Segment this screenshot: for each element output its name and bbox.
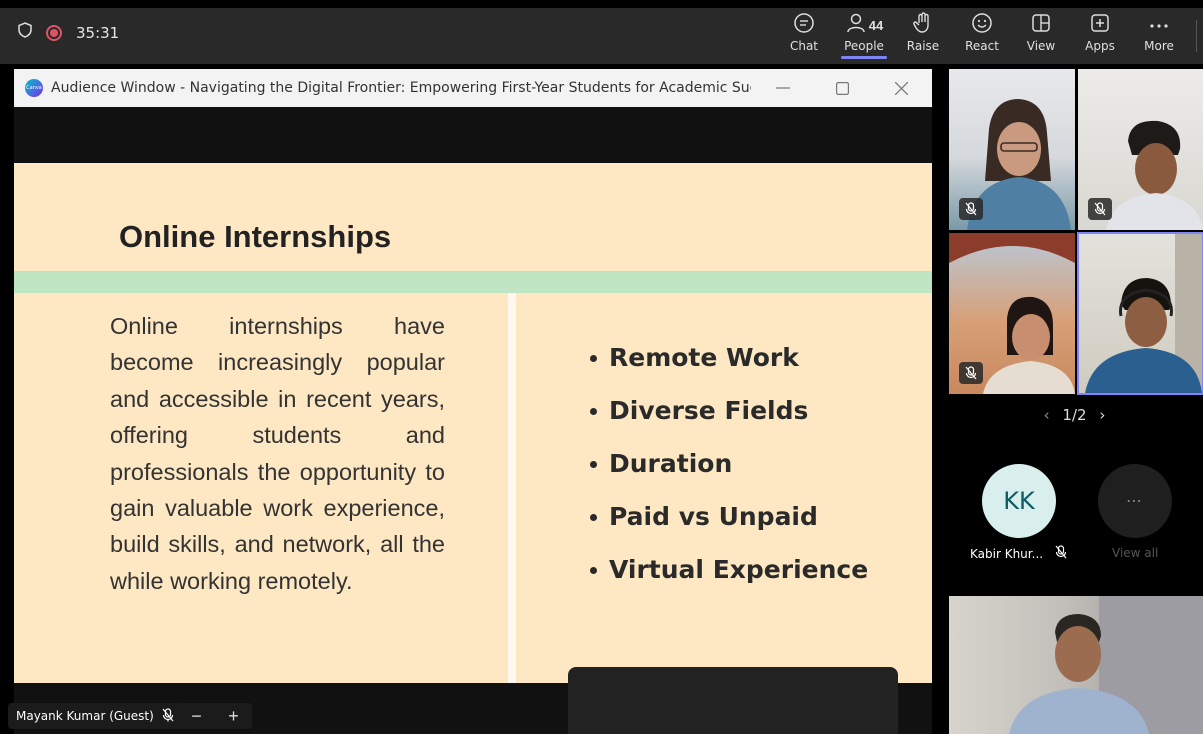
view-button[interactable]: View (1013, 11, 1069, 61)
bullet-icon (590, 461, 597, 468)
react-button[interactable]: React (954, 11, 1010, 61)
hand-icon (913, 11, 933, 39)
bullet-item: Remote Work (587, 343, 868, 396)
mic-muted-icon (1055, 545, 1067, 562)
bullet-item: Paid vs Unpaid (587, 502, 868, 555)
layout-icon (1031, 13, 1051, 38)
participant-video-tile[interactable] (949, 69, 1075, 230)
active-speaker-video-tile[interactable] (1077, 232, 1203, 395)
chat-button[interactable]: Chat (776, 11, 832, 61)
bullet-item: Virtual Experience (587, 555, 868, 608)
participant-name-label: Kabir Khur... (970, 545, 1067, 562)
mic-muted-icon (959, 198, 983, 220)
add-app-icon (1090, 13, 1110, 38)
gallery-pager: ‹ 1/2 › (946, 406, 1203, 424)
presenter-name-tag: Mayank Kumar (Guest) (8, 703, 182, 729)
participant-video (1085, 234, 1202, 393)
slide-title: Online Internships (119, 219, 392, 254)
smiley-icon (971, 12, 993, 39)
presenter-name: Mayank Kumar (Guest) (16, 709, 154, 723)
audience-window-titlebar[interactable]: Canva Audience Window - Navigating the D… (14, 69, 932, 107)
bullet-icon (590, 355, 597, 362)
chevron-left-icon[interactable]: ‹ (1044, 406, 1050, 424)
presenter-overlay-panel (568, 667, 898, 734)
participant-video-tile[interactable] (949, 596, 1203, 734)
bullet-text: Remote Work (609, 343, 799, 372)
participant-video (1009, 596, 1203, 734)
raise-label: Raise (906, 39, 940, 53)
more-button[interactable]: More (1131, 11, 1187, 61)
bullet-text: Paid vs Unpaid (609, 502, 818, 531)
presentation-slide: Online Internships Online internships ha… (14, 163, 932, 683)
view-label: View (1026, 39, 1056, 53)
participant-video-tile[interactable] (949, 233, 1075, 394)
mic-muted-icon (959, 362, 983, 384)
gallery-page-indicator: 1/2 (1062, 406, 1087, 424)
mic-muted-icon (1088, 198, 1112, 220)
bullet-text: Diverse Fields (609, 396, 809, 425)
bullet-icon (590, 408, 597, 415)
chat-icon (793, 12, 815, 39)
bullet-text: Duration (609, 449, 733, 478)
avatar[interactable]: KK (982, 464, 1056, 538)
participant-gallery: ‹ 1/2 › KK ⋯ Kabir Khur... View all (946, 64, 1203, 734)
react-label: React (965, 39, 999, 53)
shield-icon (18, 22, 32, 43)
view-all-button[interactable]: ⋯ (1098, 464, 1172, 538)
slide-letterbox-top (14, 107, 932, 163)
minimize-button[interactable] (773, 78, 793, 98)
people-label: People (836, 39, 892, 59)
raise-hand-button[interactable]: Raise (895, 11, 951, 61)
people-icon (845, 12, 867, 39)
slide-bullet-list: Remote Work Diverse Fields Duration Paid… (587, 343, 868, 608)
chevron-right-icon[interactable]: › (1099, 406, 1105, 424)
maximize-button[interactable] (832, 78, 852, 98)
meeting-toolbar: 35:31 Chat 44 People Raise React View Ap… (0, 8, 1203, 64)
bullet-text: Virtual Experience (609, 555, 869, 584)
view-all-label: View all (1112, 546, 1159, 560)
slide-column-divider (508, 293, 516, 683)
canva-icon: Canva (25, 79, 43, 97)
slide-paragraph: Online internships have become increasin… (110, 313, 445, 594)
more-label: More (1144, 39, 1174, 53)
slide-accent-band (14, 271, 932, 293)
apps-button[interactable]: Apps (1072, 11, 1128, 61)
more-icon (1149, 16, 1169, 34)
participant-name: Kabir Khur... (970, 546, 1044, 561)
close-button[interactable] (891, 78, 911, 98)
bullet-icon (590, 567, 597, 574)
audience-window: Canva Audience Window - Navigating the D… (14, 69, 932, 734)
mic-muted-icon (162, 707, 174, 725)
bullet-item: Duration (587, 449, 868, 502)
participant-video-tile[interactable] (1078, 69, 1203, 230)
people-button[interactable]: 44 People (836, 11, 892, 61)
bullet-icon (590, 514, 597, 521)
toolbar-divider (1196, 20, 1197, 52)
people-count: 44 (868, 17, 884, 33)
zoom-in-button[interactable]: + (228, 706, 239, 727)
chat-label: Chat (789, 39, 819, 53)
zoom-out-button[interactable]: − (191, 706, 202, 727)
apps-label: Apps (1085, 39, 1115, 53)
zoom-controls: − + (178, 703, 252, 729)
audience-window-title: Audience Window - Navigating the Digital… (51, 80, 751, 96)
recording-icon (46, 24, 62, 41)
bullet-item: Diverse Fields (587, 396, 868, 449)
meeting-timer: 35:31 (76, 23, 120, 42)
